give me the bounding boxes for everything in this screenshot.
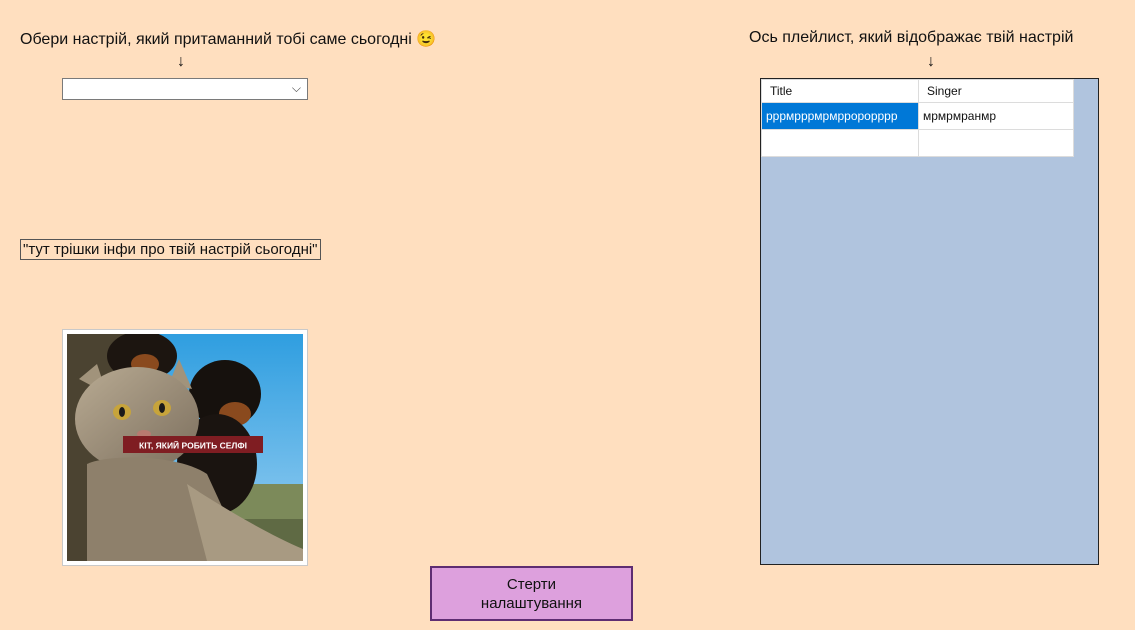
table-header-row: Title Singer — [761, 79, 1074, 103]
cell-singer[interactable]: мрмрмранмр — [918, 102, 1074, 130]
table-row[interactable] — [761, 129, 1074, 157]
down-arrow-icon: ↓ — [177, 53, 185, 70]
reset-settings-button[interactable]: Стерти налаштування — [430, 566, 633, 621]
mood-prompt-label: Обери настрій, який притаманний тобі сам… — [20, 31, 437, 48]
chevron-down-icon[interactable]: ⌵ — [292, 81, 301, 96]
reset-button-label-line2: налаштування — [480, 595, 583, 612]
image-caption: КІТ, ЯКИЙ РОБИТЬ СЕЛФІ — [139, 440, 247, 451]
reset-button-label-line1: Стерти — [506, 576, 557, 593]
cell-title[interactable]: рррмрррмрмрророрррр — [761, 102, 919, 130]
cat-selfie-picture: КІТ, ЯКИЙ РОБИТЬ СЕЛФІ — [67, 334, 303, 561]
table-row[interactable]: рррмрррмрмрророрррр мрмрмранмр — [761, 102, 1074, 130]
cell-singer[interactable] — [918, 129, 1074, 157]
column-header-title[interactable]: Title — [761, 79, 919, 103]
mood-select[interactable]: ⌵ — [62, 78, 308, 100]
mood-image: КІТ, ЯКИЙ РОБИТЬ СЕЛФІ — [62, 329, 308, 566]
cell-title[interactable] — [761, 129, 919, 157]
playlist-prompt-label: Ось плейлист, який відображає твій настр… — [749, 29, 1074, 46]
playlist-table: Title Singer рррмрррмрмрророрррр мрмрмра… — [761, 79, 1074, 157]
mood-info-label: "тут трішки інфи про твій настрій сьогод… — [20, 239, 321, 260]
column-header-singer[interactable]: Singer — [918, 79, 1074, 103]
down-arrow-icon: ↓ — [927, 53, 935, 70]
playlist-grid[interactable]: Title Singer рррмрррмрмрророрррр мрмрмра… — [760, 78, 1099, 565]
